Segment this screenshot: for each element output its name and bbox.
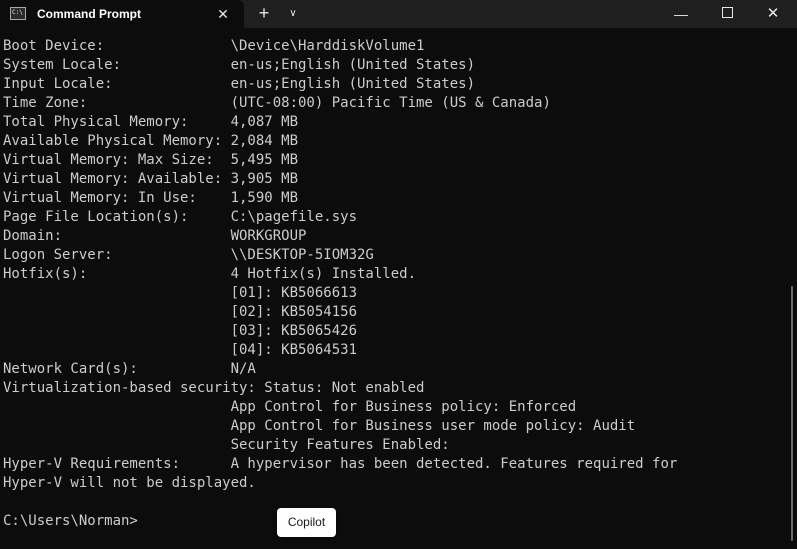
tab-title: Command Prompt [37,7,142,21]
close-tab-icon[interactable]: ✕ [212,3,234,25]
minimize-button[interactable]: — [658,0,704,28]
maximize-button[interactable] [704,0,750,28]
console-line: Available Physical Memory: 2,084 MB [3,133,299,149]
console-line: Virtual Memory: In Use: 1,590 MB [3,190,299,206]
console-line: Hyper-V will not be displayed. [3,475,256,491]
console-line: Domain: WORKGROUP [3,228,307,244]
scrollbar[interactable] [788,28,797,549]
console-line: [02]: KB5054156 [3,304,358,320]
console-line: Network Card(s): N/A [3,361,256,377]
console-line: [01]: KB5066613 [3,285,358,301]
command-prompt-icon: C:\ [10,7,26,20]
chevron-down-icon[interactable]: ∨ [282,2,304,26]
command-prompt-line[interactable]: C:\Users\Norman> [3,512,138,531]
console-line: Hotfix(s): 4 Hotfix(s) Installed. [3,266,417,282]
console-line: Virtual Memory: Available: 3,905 MB [3,171,299,187]
new-tab-button[interactable]: + [252,2,276,26]
console-line: System Locale: en-us;English (United Sta… [3,57,476,73]
copilot-button[interactable]: Copilot [277,508,336,537]
console-line: Boot Device: \Device\HarddiskVolume1 [3,38,425,54]
title-bar: C:\ Command Prompt ✕ + ∨ — ✕ [0,0,797,28]
console-line: Security Features Enabled: [3,437,450,453]
close-window-button[interactable]: ✕ [750,0,796,28]
console-output[interactable]: Boot Device: \Device\HarddiskVolume1 Sys… [0,28,786,549]
console-line: [03]: KB5065426 [3,323,358,339]
console-line: [04]: KB5064531 [3,342,358,358]
console-line: Virtualization-based security: Status: N… [3,380,425,396]
maximize-icon [721,7,733,19]
console-line: Logon Server: \\DESKTOP-5IOM32G [3,247,374,263]
tab-command-prompt[interactable]: C:\ Command Prompt ✕ [0,0,244,28]
console-line: Page File Location(s): C:\pagefile.sys [3,209,358,225]
scrollbar-thumb[interactable] [791,286,793,541]
console-line: Hyper-V Requirements: A hypervisor has b… [3,456,678,472]
console-line: Input Locale: en-us;English (United Stat… [3,76,476,92]
console-line: App Control for Business user mode polic… [3,418,636,434]
console-line: Time Zone: (UTC-08:00) Pacific Time (US … [3,95,551,111]
console-line: Virtual Memory: Max Size: 5,495 MB [3,152,299,168]
console-line: App Control for Business policy: Enforce… [3,399,577,415]
console-line: Total Physical Memory: 4,087 MB [3,114,299,130]
